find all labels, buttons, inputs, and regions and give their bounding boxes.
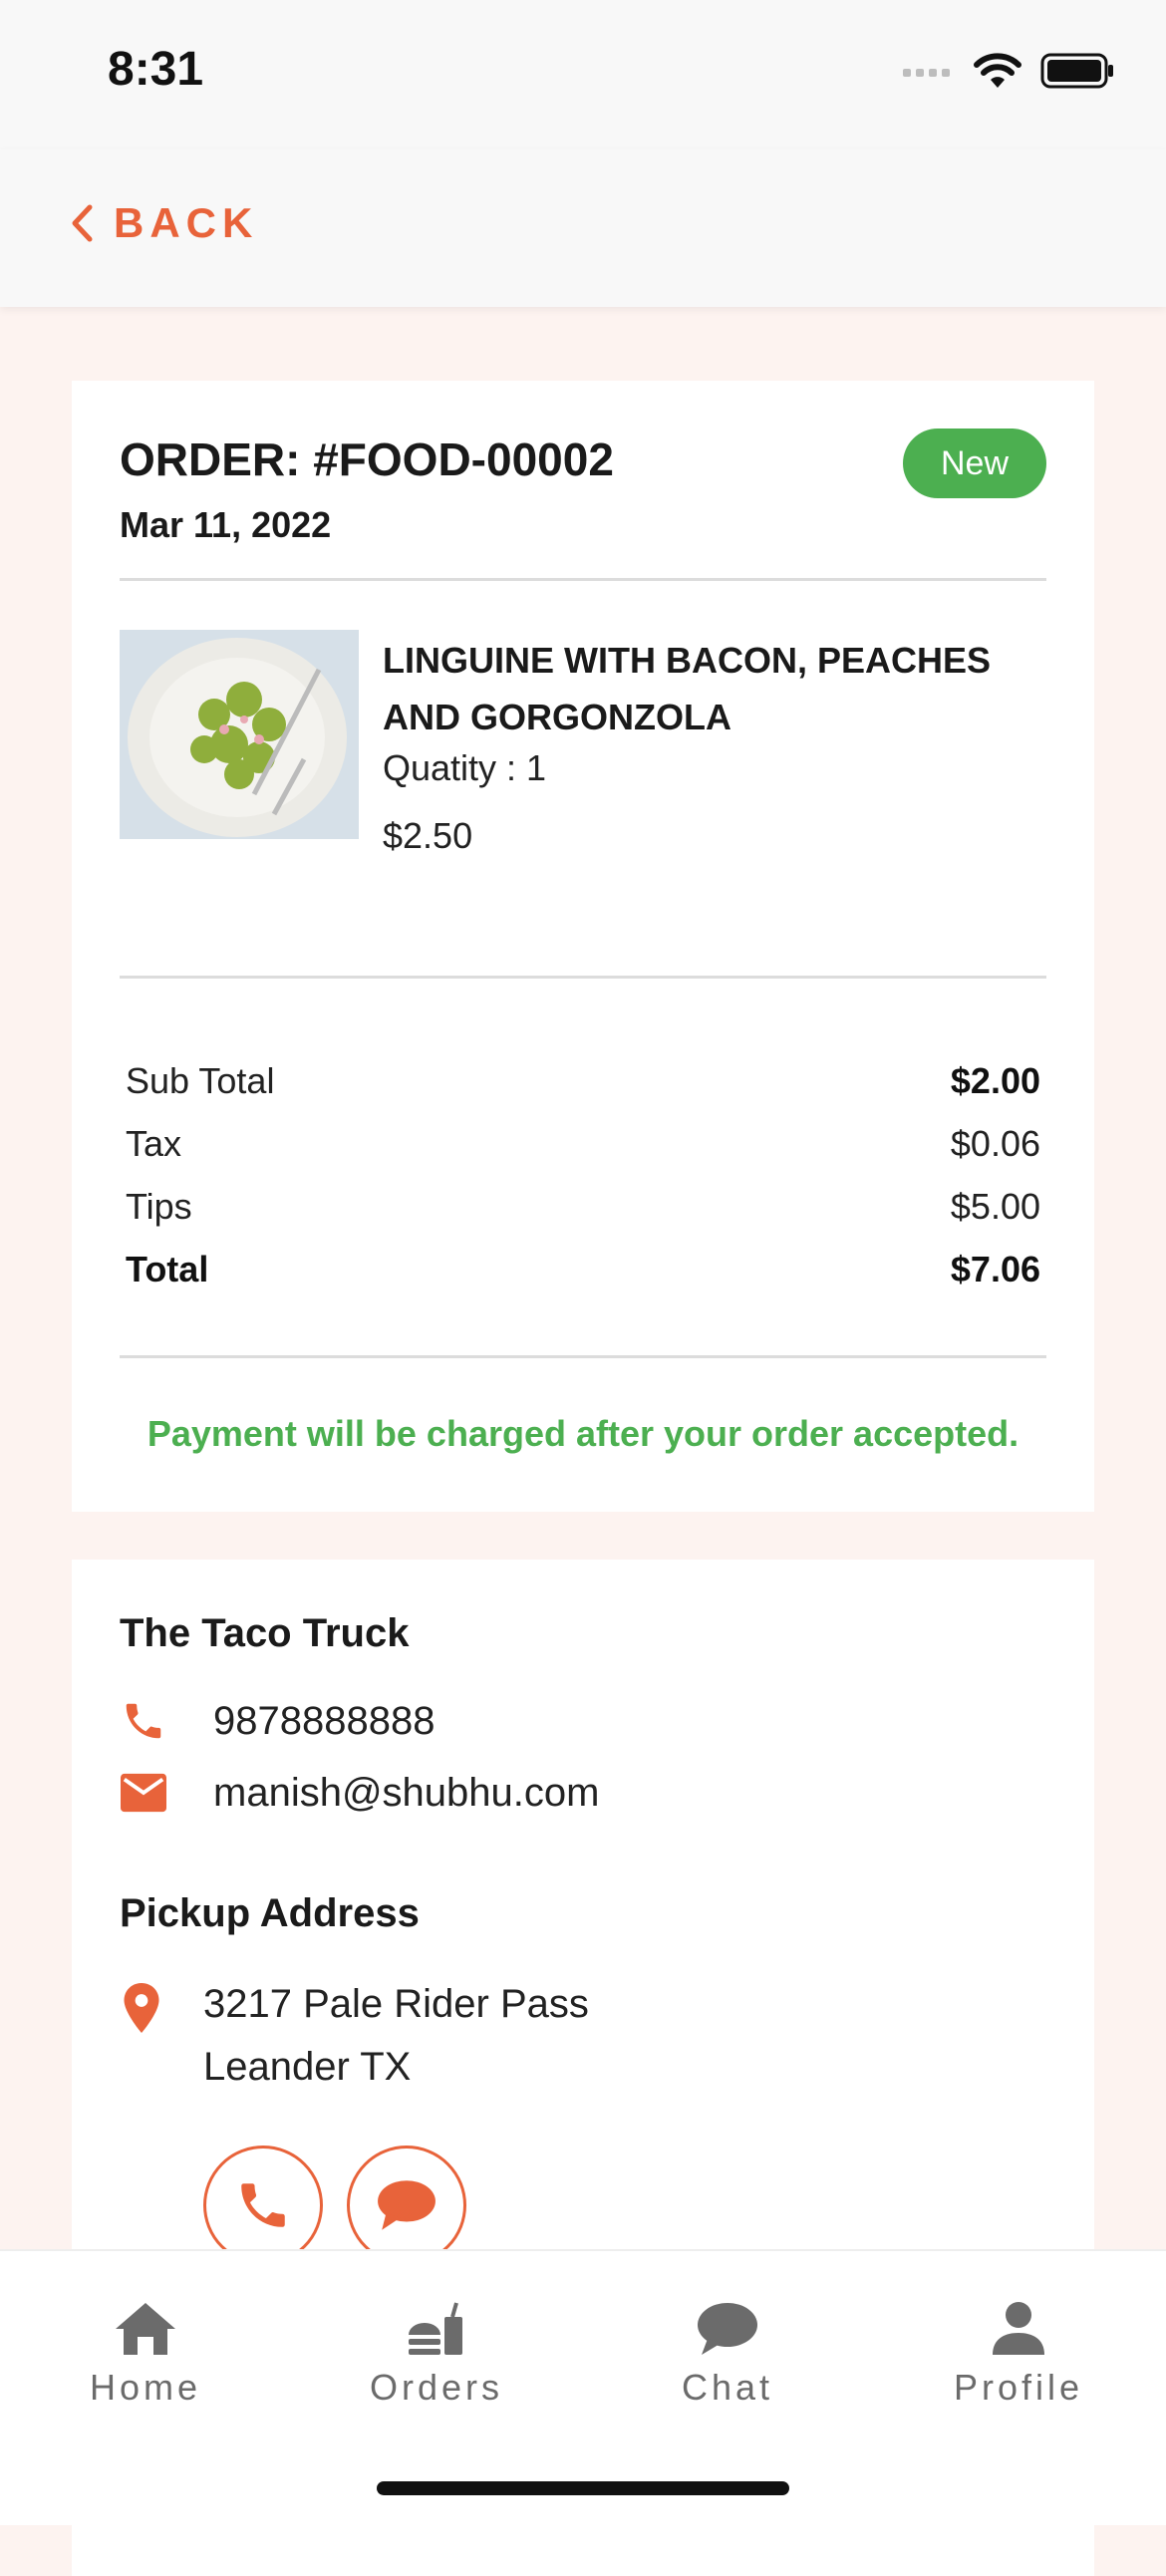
tab-chat[interactable]: Chat: [582, 2301, 873, 2409]
tab-profile[interactable]: Profile: [873, 2301, 1164, 2409]
email-icon: [120, 1769, 167, 1817]
status-badge: New: [903, 429, 1046, 498]
chat-button[interactable]: [347, 2146, 466, 2265]
status-bar: 8:31: [0, 0, 1166, 149]
vendor-name: The Taco Truck: [120, 1611, 410, 1655]
back-label: BACK: [114, 199, 259, 246]
phone-icon: [241, 2183, 285, 2227]
status-icons: [903, 52, 1114, 90]
tax-label: Tax: [126, 1123, 182, 1164]
tab-orders-label: Orders: [369, 2367, 504, 2408]
vendor-phone: 9878888888: [213, 1698, 436, 1743]
order-date: Mar 11, 2022: [120, 504, 332, 545]
call-button[interactable]: [203, 2146, 323, 2265]
tab-chat-label: Chat: [681, 2367, 774, 2408]
order-card: ORDER: #FOOD-00002 Mar 11, 2022 New LING…: [72, 381, 1094, 1512]
total-value: $7.06: [950, 1249, 1040, 1289]
wifi-icon: [974, 53, 1021, 88]
total-row: Total $7.06: [126, 1249, 1040, 1290]
phone-icon: [120, 1697, 167, 1745]
tips-label: Tips: [126, 1186, 192, 1227]
vendor-phone-row[interactable]: 9878888888: [120, 1697, 435, 1745]
location-pin-icon: [122, 1983, 161, 2038]
subtotal-row: Sub Total $2.00: [126, 1060, 1040, 1102]
home-icon: [116, 2303, 175, 2355]
item-price: $2.50: [383, 815, 473, 856]
tips-value: $5.00: [950, 1186, 1040, 1227]
tab-home[interactable]: Home: [0, 2301, 291, 2409]
cellular-signal-icon: [903, 69, 950, 77]
home-indicator: [377, 2481, 789, 2495]
address-line-1: 3217 Pale Rider Pass: [203, 1982, 589, 2026]
chat-icon: [698, 2303, 757, 2355]
divider: [120, 1355, 1046, 1358]
pickup-address: 3217 Pale Rider Pass Leander TX: [203, 1973, 589, 2099]
tab-orders[interactable]: Orders: [291, 2301, 582, 2409]
tab-home-label: Home: [89, 2367, 202, 2408]
battery-icon: [1040, 53, 1113, 89]
chat-bubble-icon: [378, 2180, 436, 2230]
vendor-email: manish@shubhu.com: [213, 1770, 600, 1815]
item-image: [120, 630, 359, 839]
payment-note: Payment will be charged after your order…: [146, 1413, 1020, 1454]
item-quantity: Quatity : 1: [383, 747, 547, 788]
back-button[interactable]: BACK: [70, 199, 258, 247]
orders-icon: [409, 2302, 462, 2355]
status-time: 8:31: [108, 43, 204, 96]
tax-row: Tax $0.06: [126, 1123, 1040, 1165]
vendor-email-row[interactable]: manish@shubhu.com: [120, 1769, 599, 1817]
chevron-left-icon: [72, 204, 93, 242]
address-line-2: Leander TX: [203, 2045, 412, 2089]
subtotal-label: Sub Total: [126, 1060, 275, 1101]
pickup-address-title: Pickup Address: [120, 1891, 420, 1935]
tax-value: $0.06: [950, 1123, 1040, 1164]
nav-header: BACK: [0, 149, 1166, 307]
tab-profile-label: Profile: [953, 2367, 1084, 2408]
order-title: ORDER: #FOOD-00002: [120, 433, 614, 485]
divider: [120, 976, 1046, 979]
divider: [120, 578, 1046, 581]
subtotal-value: $2.00: [950, 1060, 1040, 1101]
item-name: LINGUINE WITH BACON, PEACHES AND GORGONZ…: [383, 640, 992, 737]
total-label: Total: [126, 1249, 209, 1289]
tips-row: Tips $5.00: [126, 1186, 1040, 1228]
profile-icon: [993, 2302, 1044, 2355]
